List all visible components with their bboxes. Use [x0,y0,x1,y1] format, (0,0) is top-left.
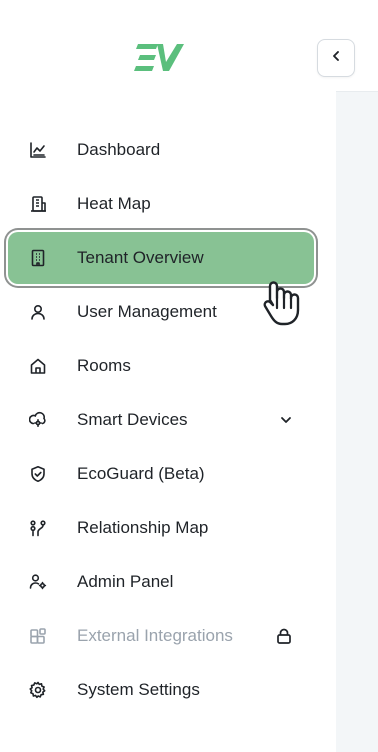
sidebar-item-dashboard[interactable]: Dashboard [8,124,314,176]
sidebar-item-admin-panel[interactable]: Admin Panel [8,556,314,608]
sidebar-item-label: Heat Map [77,194,151,213]
sidebar-item-label: Tenant Overview [77,248,204,267]
sidebar-item-label: Rooms [77,356,131,375]
sidebar: Dashboard Heat Map Tenant Overview User … [0,0,322,752]
sidebar-item-ecoguard[interactable]: EcoGuard (Beta) [8,448,314,500]
sidebar-item-label: Dashboard [77,140,161,159]
sidebar-item-rooms[interactable]: Rooms [8,340,314,392]
sidebar-item-label: User Management [77,302,217,321]
shield-check-icon [28,464,48,484]
sidebar-item-relationship-map[interactable]: Relationship Map [8,502,314,554]
relationship-map-icon [28,518,48,538]
sidebar-item-label: External Integrations [77,626,233,645]
admin-user-icon [28,572,48,592]
brand-logo[interactable] [132,38,188,78]
integrations-icon [28,626,48,646]
sidebar-item-smart-devices[interactable]: Smart Devices [8,394,314,446]
sidebar-item-heat-map[interactable]: Heat Map [8,178,314,230]
office-building-icon [28,248,48,268]
app: Dashboard Heat Map Tenant Overview User … [0,0,378,752]
chevron-left-icon [329,49,343,68]
sidebar-item-label: Relationship Map [77,518,209,537]
sidebar-item-label: Smart Devices [77,410,188,429]
chevron-down-icon[interactable] [276,410,296,430]
sidebar-item-label: Admin Panel [77,572,174,591]
chart-icon [28,140,48,160]
hand-pointer-icon [256,278,304,330]
sidebar-item-external-integrations: External Integrations [8,610,314,662]
user-icon [28,302,48,322]
gear-icon [28,680,48,700]
sidebar-collapse-button[interactable] [317,39,355,77]
sidebar-item-system-settings[interactable]: System Settings [8,664,314,716]
sidebar-item-label: System Settings [77,680,200,699]
building-icon [28,194,48,214]
smart-device-icon [28,410,48,430]
main-content [336,0,378,752]
lock-icon [274,626,294,646]
content-body [336,92,378,752]
sidebar-item-label: EcoGuard (Beta) [77,464,205,483]
ev-logo-icon [134,44,184,71]
home-icon [28,356,48,376]
sidebar-item-tenant-overview[interactable]: Tenant Overview [8,232,314,284]
